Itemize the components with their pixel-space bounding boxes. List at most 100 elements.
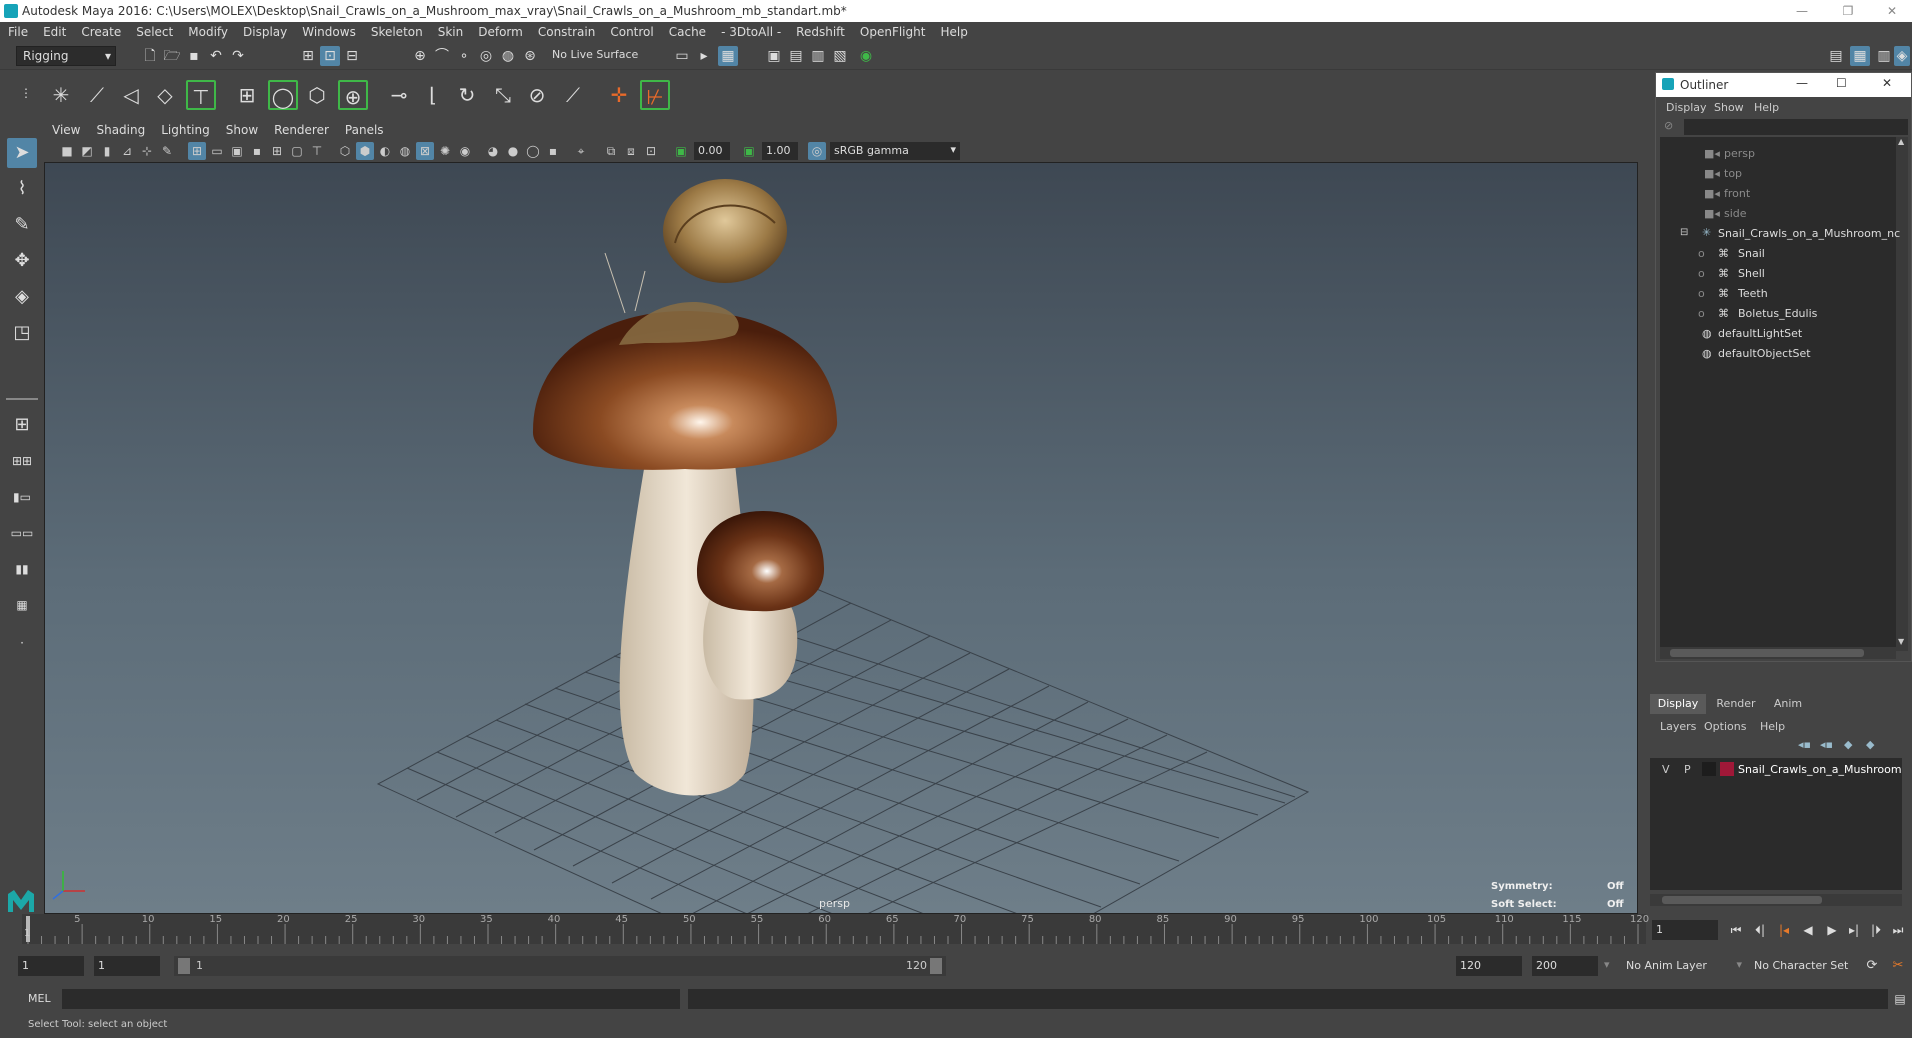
select-hierarchy-icon[interactable]: ⊞ — [298, 46, 318, 66]
more-layouts-icon[interactable]: · — [7, 628, 37, 658]
layer-display-type[interactable] — [1702, 762, 1716, 776]
menu-constrain[interactable]: Constrain — [530, 22, 603, 39]
snap-point-icon[interactable]: ∘ — [454, 46, 474, 66]
persp-outliner-layout-icon[interactable]: ▮▭ — [7, 482, 37, 512]
bookmark-icon[interactable]: ▮ — [98, 142, 116, 160]
step-back-key-icon[interactable]: ⏴| — [1750, 920, 1770, 940]
use-all-lights-icon[interactable]: ⊠ — [416, 142, 434, 160]
render-global-icon[interactable]: ◉ — [856, 46, 876, 66]
wrap-deformer-icon[interactable]: ⊕ — [338, 80, 368, 110]
safe-action-icon[interactable]: ▢ — [288, 142, 306, 160]
outliner-menu-display[interactable]: Display — [1666, 101, 1707, 114]
animation-end-field[interactable]: 200 — [1532, 956, 1598, 976]
menu-windows[interactable]: Windows — [294, 22, 363, 39]
gate-mask-icon[interactable]: ▪ — [248, 142, 266, 160]
outliner-maximize-icon[interactable]: ☐ — [1836, 76, 1847, 90]
auto-key-icon[interactable]: ⟳ — [1862, 956, 1882, 976]
time-slider-track[interactable]: 1 5 10 15 20 25 30 35 40 45 50 55 60 65 70 75 80 85 90 95 1… — [22, 914, 1649, 944]
layer-visibility-toggle[interactable]: V — [1662, 763, 1670, 776]
outliner-item-front[interactable]: ■◂ front — [1656, 185, 1906, 205]
smooth-shade-icon[interactable]: ⬢ — [356, 142, 374, 160]
menu-deform[interactable]: Deform — [470, 22, 530, 39]
step-forward-frame-icon[interactable]: ▸| — [1844, 920, 1864, 940]
gamma-icon[interactable]: ▣ — [740, 142, 758, 160]
depth-of-field-icon[interactable]: ◯ — [524, 142, 542, 160]
minimize-icon[interactable]: — — [1782, 2, 1822, 20]
snap-view-icon[interactable]: ◎ — [476, 46, 496, 66]
menu-redshift[interactable]: Redshift — [788, 22, 852, 39]
outliner-item-boletus[interactable]: o ⌘ Boletus_Edulis — [1656, 305, 1906, 325]
aim-constraint-icon[interactable]: ↻ — [452, 80, 482, 110]
menu-display[interactable]: Display — [235, 22, 294, 39]
layer-menu-options[interactable]: Options — [1704, 720, 1746, 733]
playback-end-field[interactable]: 120 — [1456, 956, 1522, 976]
lattice-icon[interactable]: ⬡ — [302, 80, 332, 110]
menu-control[interactable]: Control — [602, 22, 660, 39]
save-scene-icon[interactable]: ▪ — [184, 46, 204, 66]
menu-openflight[interactable]: OpenFlight — [852, 22, 933, 39]
step-back-frame-icon[interactable]: |◂ — [1774, 920, 1794, 940]
ik-handle-icon[interactable]: ⟋ — [82, 80, 112, 110]
geometry-constraint-icon[interactable]: ⊬ — [640, 80, 670, 110]
layer-color-swatch[interactable] — [1720, 762, 1734, 776]
redo-icon[interactable]: ↷ — [228, 46, 248, 66]
outliner-item-persp[interactable]: ■◂ persp — [1656, 145, 1906, 165]
tab-anim[interactable]: Anim — [1764, 694, 1812, 714]
paint-weights-icon[interactable]: ⊞ — [232, 80, 262, 110]
layer-name[interactable]: Snail_Crawls_on_a_Mushroom — [1738, 763, 1902, 776]
render-view-icon[interactable]: ▣ — [764, 46, 784, 66]
two-d-pan-icon[interactable]: ⊹ — [138, 142, 156, 160]
gamma-field[interactable]: 1.00 — [762, 142, 798, 160]
layer-menu-help[interactable]: Help — [1760, 720, 1785, 733]
outliner-search-field[interactable] — [1684, 119, 1908, 135]
menu-help[interactable]: Help — [932, 22, 974, 39]
menu-select[interactable]: Select — [128, 22, 180, 39]
move-layer-up-icon[interactable]: ◂▪ — [1798, 738, 1811, 751]
move-tool-icon[interactable]: ✥ — [7, 246, 37, 276]
viewport-menu-shading[interactable]: Shading — [88, 120, 153, 137]
outliner-menu-help[interactable]: Help — [1754, 101, 1779, 114]
character-set-dropdown[interactable]: No Character Set — [1750, 956, 1868, 976]
open-scene-icon[interactable]: 🗁 — [162, 46, 182, 66]
live-surface-label[interactable]: No Live Surface — [552, 48, 638, 61]
collapse-icon[interactable]: ⊟ — [1680, 227, 1688, 238]
shadows-icon[interactable]: ✺ — [436, 142, 454, 160]
go-to-start-icon[interactable]: ⏮ — [1726, 920, 1746, 940]
workspace-tool-icon[interactable]: ▥ — [1874, 46, 1894, 66]
render-current-icon[interactable]: ▤ — [786, 46, 806, 66]
outliner-item-shell[interactable]: o ⌘ Shell — [1656, 265, 1906, 285]
camera-select-icon[interactable]: ■ — [58, 142, 76, 160]
close-icon[interactable]: ✕ — [1872, 2, 1912, 20]
menu-modify[interactable]: Modify — [180, 22, 235, 39]
range-start-handle[interactable] — [178, 958, 190, 974]
isolate-select-icon[interactable]: ⌖ — [572, 142, 590, 160]
menu-skin[interactable]: Skin — [430, 22, 471, 39]
command-input[interactable] — [62, 989, 680, 1009]
perspective-viewport[interactable]: persp Symmetry: Off Soft Select: Off — [44, 162, 1638, 914]
persp-graph-layout-icon[interactable]: ▭▭ — [7, 518, 37, 548]
image-plane-icon[interactable]: ⊿ — [118, 142, 136, 160]
outliner-item-teeth[interactable]: o ⌘ Teeth — [1656, 285, 1906, 305]
paint-select-icon[interactable]: ✎ — [7, 210, 37, 240]
move-layer-down-icon[interactable]: ◂▪ — [1820, 738, 1833, 751]
new-scene-icon[interactable]: 🗋 — [140, 46, 160, 66]
point-constraint-icon[interactable]: ⌊ — [418, 80, 448, 110]
single-perspective-layout-icon[interactable]: ⊞ — [7, 410, 37, 440]
menu-edit[interactable]: Edit — [35, 22, 73, 39]
exposure-field[interactable]: 0.00 — [694, 142, 730, 160]
exposure-icon[interactable]: ▣ — [672, 142, 690, 160]
x-ray-icon[interactable]: ▪ — [544, 142, 562, 160]
field-chart-icon[interactable]: ⊞ — [268, 142, 286, 160]
input-output-icon[interactable]: ▭ — [672, 46, 692, 66]
viewport-menu-view[interactable]: View — [44, 120, 88, 137]
workspace-modeling-icon[interactable]: ▤ — [1826, 46, 1846, 66]
four-view-layout-icon[interactable]: ⊞⊞ — [7, 446, 37, 476]
motion-blur-icon[interactable]: ◕ — [484, 142, 502, 160]
outliner-item-group[interactable]: ⊟ ✳ Snail_Crawls_on_a_Mushroom_nc — [1656, 225, 1906, 245]
viewport-menu-renderer[interactable]: Renderer — [266, 120, 337, 137]
shelf-options-icon[interactable]: ⋮ — [16, 78, 36, 108]
render-settings-icon[interactable]: ▧ — [830, 46, 850, 66]
outliner-item-default-object-set[interactable]: ◍ defaultObjectSet — [1656, 345, 1906, 365]
go-to-end-icon[interactable]: ⏭ — [1888, 920, 1908, 940]
layer-row[interactable]: V P Snail_Crawls_on_a_Mushroom — [1650, 760, 1902, 778]
